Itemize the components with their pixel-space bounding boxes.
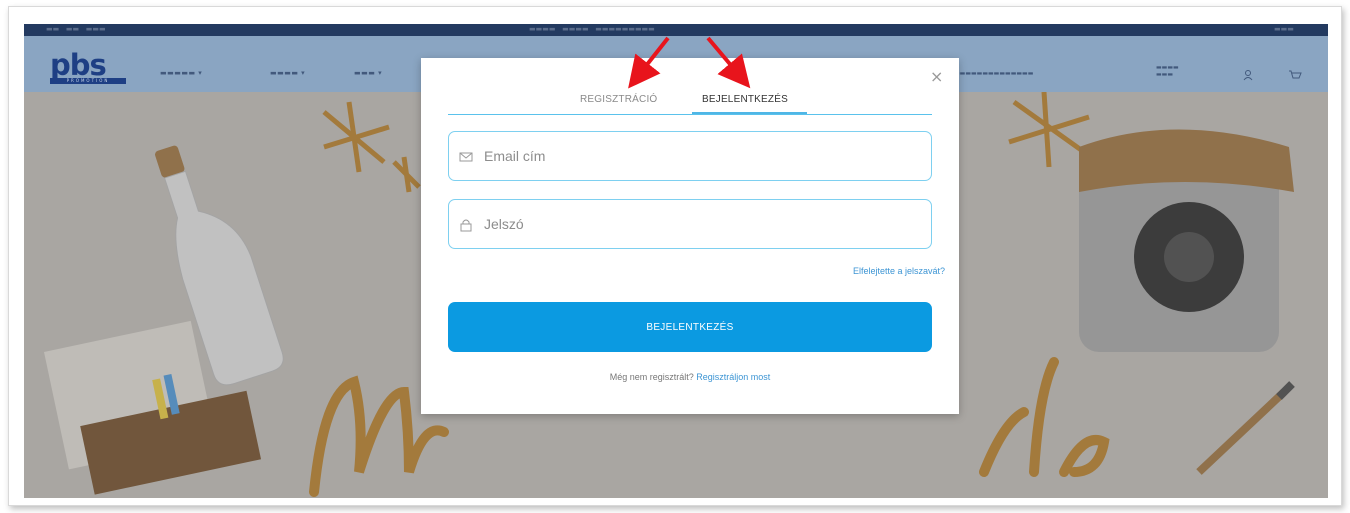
nav-account-text[interactable]: ▬▬▬▬ ▬▬▬ xyxy=(1156,64,1179,78)
nav-item-more[interactable]: ▬▬▬ ▾ xyxy=(354,69,382,77)
email-field[interactable] xyxy=(448,131,932,181)
topbar-lang: ▬▬▬ xyxy=(1274,25,1294,33)
cart-icon[interactable] xyxy=(1288,66,1302,79)
topbar-link: ▬▬ ▬▬ ▬▬▬ xyxy=(46,25,106,33)
email-input[interactable] xyxy=(484,144,914,168)
register-prompt-text: Még nem regisztrált? xyxy=(609,372,694,382)
user-icon[interactable] xyxy=(1242,66,1254,81)
tab-login[interactable]: BEJELENTKEZÉS xyxy=(702,94,788,105)
tab-registration[interactable]: REGISZTRÁCIÓ xyxy=(580,94,657,105)
topbar-info: ▬▬▬▬ ▬▬▬▬ ▬▬▬▬▬▬▬▬▬ xyxy=(529,25,655,33)
brand-logo: pbs PROMOTION xyxy=(50,51,130,86)
register-now-link[interactable]: Regisztráljon most xyxy=(696,372,770,382)
envelope-icon xyxy=(459,149,473,163)
lock-icon xyxy=(459,217,473,232)
top-bar: ▬▬ ▬▬ ▬▬▬ ▬▬▬▬ ▬▬▬▬ ▬▬▬▬▬▬▬▬▬ ▬▬▬ xyxy=(24,24,1328,36)
password-field[interactable] xyxy=(448,199,932,249)
nav-item-categories[interactable]: ▬▬▬▬▬ ▾ xyxy=(160,69,202,77)
register-prompt-line: Még nem regisztrált? Regisztráljon most xyxy=(448,372,932,382)
password-input[interactable] xyxy=(484,212,914,236)
nav-search[interactable]: ▬▬▬▬▬▬▬▬▬▬▬▬▬▬ xyxy=(954,70,1033,77)
nav-item-brands[interactable]: ▬▬▬▬ ▾ xyxy=(270,69,305,77)
forgot-password-link[interactable]: Elfelejtette a jelszavát? xyxy=(853,266,945,276)
close-icon[interactable]: × xyxy=(930,69,944,85)
modal-tabs: REGISZTRÁCIÓ BEJELENTKEZÉS xyxy=(448,88,932,115)
active-tab-indicator xyxy=(692,112,807,114)
login-submit-button[interactable]: BEJELENTKEZÉS xyxy=(448,302,932,352)
